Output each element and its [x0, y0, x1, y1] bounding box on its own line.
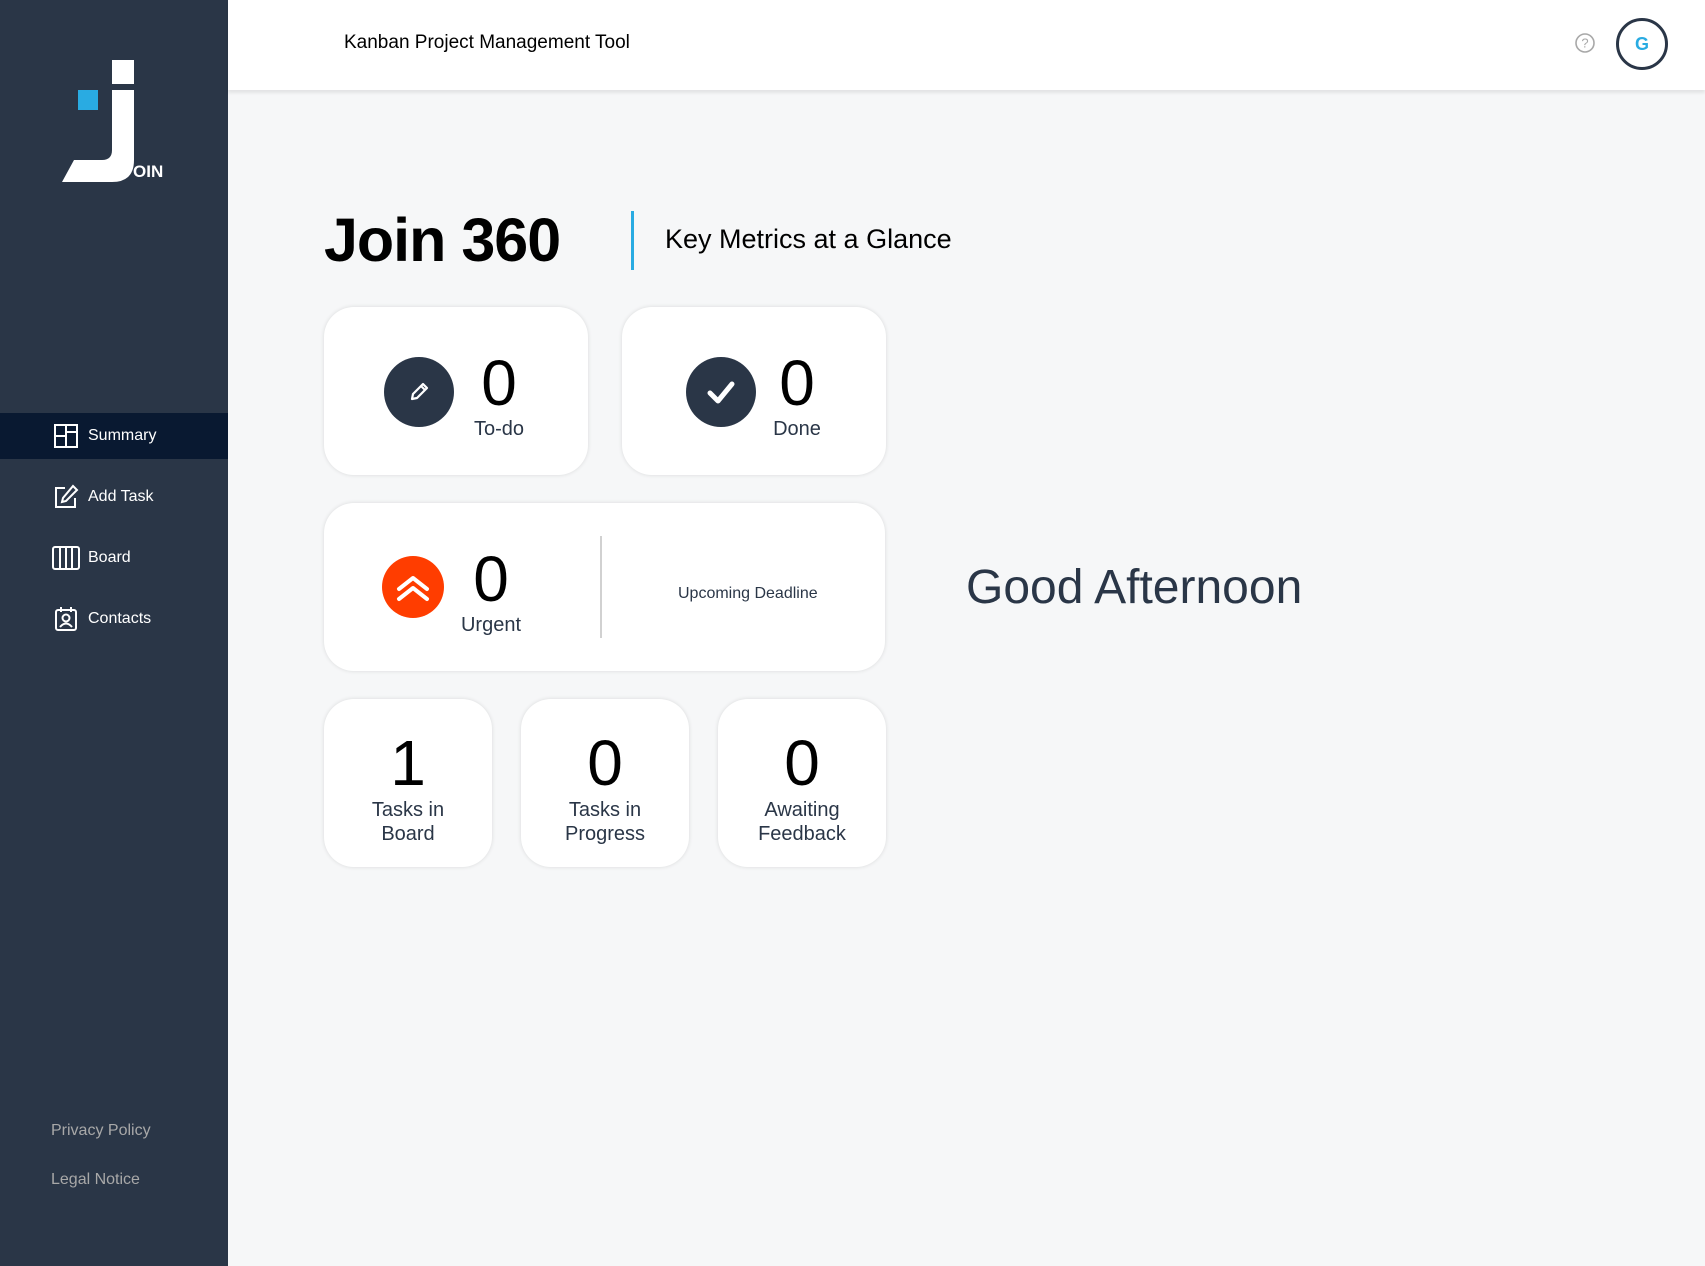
summary-icon: [52, 422, 80, 450]
sidebar-item-contacts[interactable]: Contacts: [0, 596, 228, 642]
privacy-policy-link[interactable]: Privacy Policy: [51, 1122, 151, 1140]
tasks-in-board-card[interactable]: 1 Tasks in Board: [324, 699, 492, 867]
label-line-2: Progress: [564, 823, 646, 845]
urgent-label: Urgent: [460, 614, 522, 636]
urgent-count: 0: [473, 543, 509, 615]
label-line-2: Board: [381, 823, 435, 845]
svg-text:OIN: OIN: [133, 162, 163, 181]
sidebar-item-add-task[interactable]: Add Task: [0, 474, 228, 520]
double-chevron-up-icon: [382, 556, 444, 618]
sidebar-item-summary[interactable]: Summary: [0, 413, 228, 459]
help-icon[interactable]: ?: [1574, 32, 1596, 54]
title-divider: [631, 211, 634, 270]
sidebar-footer: Privacy Policy Legal Notice: [51, 1122, 151, 1220]
label-line-1: Awaiting: [764, 799, 840, 821]
todo-label: To-do: [473, 418, 525, 440]
done-card[interactable]: 0 Done: [622, 307, 886, 475]
sidebar-nav: Summary Add Task Board Contacts: [0, 413, 228, 657]
urgent-card[interactable]: 0 Urgent Upcoming Deadline: [324, 503, 885, 671]
sidebar-item-label: Board: [88, 549, 131, 566]
add-task-icon: [52, 483, 80, 511]
tasks-in-progress-card[interactable]: 0 Tasks in Progress: [521, 699, 689, 867]
join-logo[interactable]: OIN: [62, 60, 172, 185]
sidebar: OIN Summary Add Task Board Contacts Priv…: [0, 0, 228, 1266]
todo-count: 0: [481, 347, 517, 419]
header-title: Kanban Project Management Tool: [344, 32, 630, 53]
legal-notice-link[interactable]: Legal Notice: [51, 1171, 151, 1189]
sidebar-item-board[interactable]: Board: [0, 535, 228, 581]
user-initial: G: [1634, 33, 1649, 54]
todo-card[interactable]: 0 To-do: [324, 307, 588, 475]
svg-text:?: ?: [1581, 36, 1588, 51]
label-line-1: Tasks in: [371, 799, 445, 821]
awaiting-feedback-card[interactable]: 0 Awaiting Feedback: [718, 699, 886, 867]
urgent-divider: [600, 536, 602, 638]
label-line-1: Tasks in: [568, 799, 642, 821]
page-title: Join 360: [324, 206, 561, 274]
done-label: Done: [773, 418, 821, 440]
tasks-in-progress-count: 0: [587, 727, 623, 799]
page-subtitle: Key Metrics at a Glance: [665, 224, 952, 254]
done-count: 0: [779, 347, 815, 419]
user-avatar[interactable]: G: [1616, 18, 1668, 70]
header: Kanban Project Management Tool ? G: [228, 0, 1705, 90]
tasks-in-progress-label: Tasks in Progress: [521, 798, 689, 846]
sidebar-item-label: Summary: [88, 427, 157, 444]
join-logo-icon: OIN: [62, 60, 163, 182]
tasks-in-board-label: Tasks in Board: [324, 798, 492, 846]
contacts-icon: [52, 605, 80, 633]
upcoming-deadline-label: Upcoming Deadline: [678, 585, 818, 602]
awaiting-feedback-label: Awaiting Feedback: [718, 798, 886, 846]
board-icon: [52, 544, 80, 572]
label-line-2: Feedback: [758, 823, 846, 845]
sidebar-item-label: Contacts: [88, 610, 152, 627]
greeting: Good Afternoon: [966, 561, 1303, 614]
tasks-in-board-count: 1: [390, 727, 426, 799]
awaiting-feedback-count: 0: [784, 727, 820, 799]
sidebar-item-label: Add Task: [88, 488, 154, 505]
